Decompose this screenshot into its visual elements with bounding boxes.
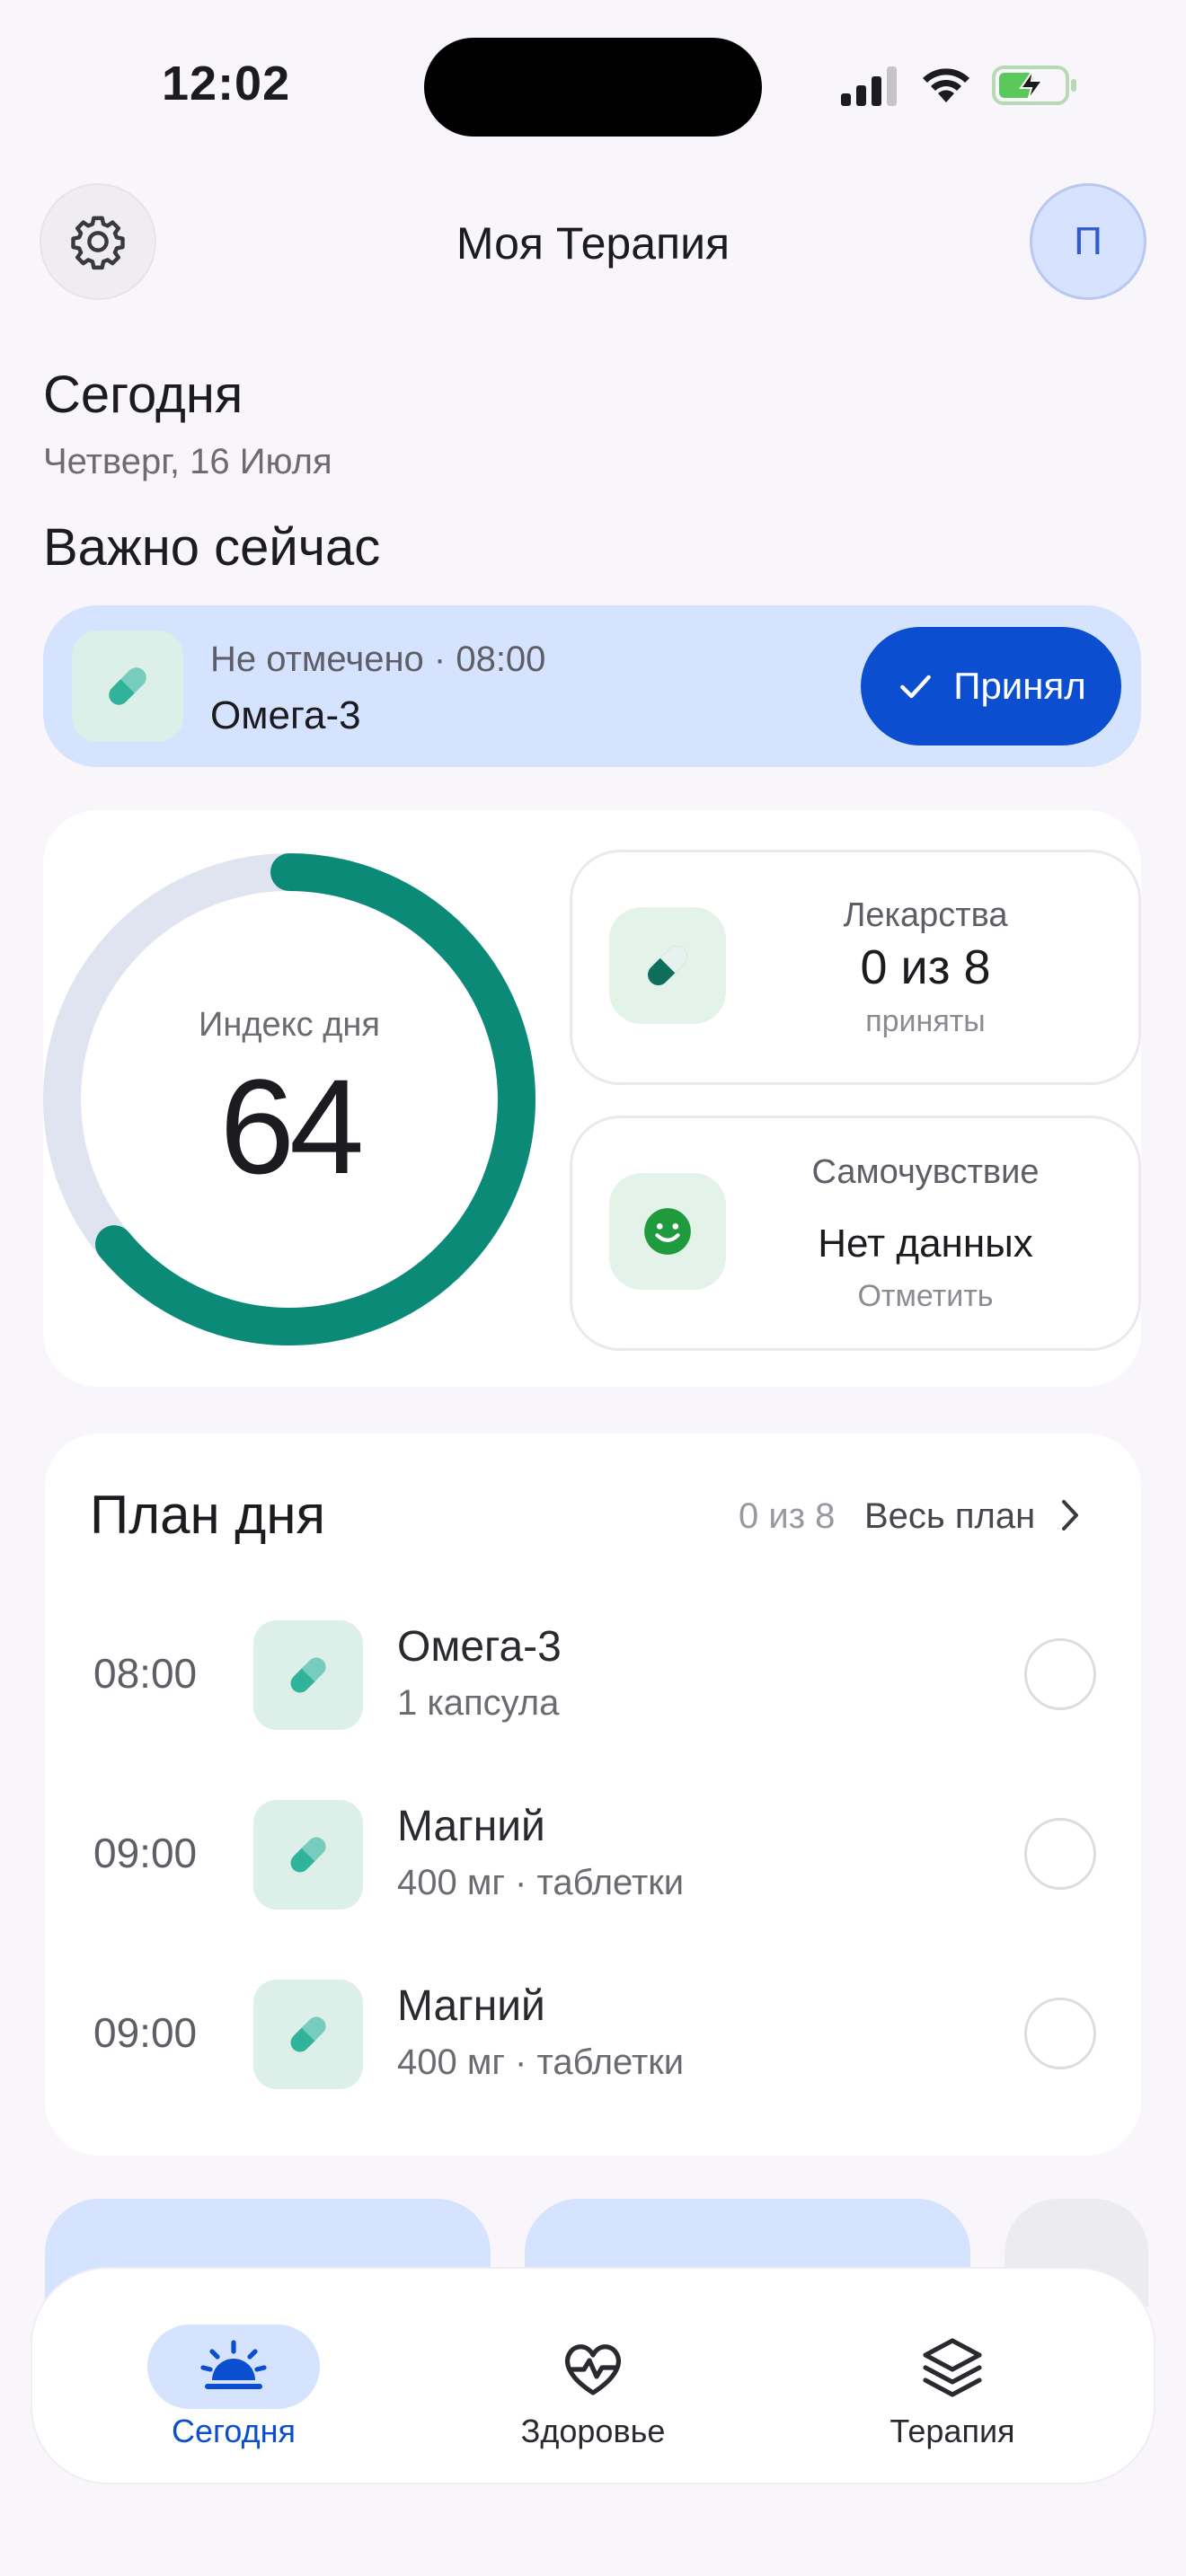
cellular-signal-icon [841, 66, 897, 106]
pill-icon [253, 1800, 363, 1910]
wellbeing-value: Нет данных [818, 1222, 1033, 1266]
layers-icon[interactable] [916, 2332, 988, 2404]
pill-icon [72, 631, 183, 742]
important-heading: Важно сейчас [43, 518, 381, 577]
plan-item-name: Магний [397, 1982, 545, 2030]
plan-item-dose: 400 мг · таблетки [397, 1863, 685, 1902]
plan-item-name: Магний [397, 1803, 545, 1850]
reminder-status: Не отмечено · 08:00 [210, 640, 546, 679]
avatar[interactable]: П [1030, 183, 1146, 300]
heart-pulse-icon[interactable] [557, 2332, 629, 2404]
plan-item-time: 08:00 [93, 1650, 198, 1697]
plan-title: План дня [90, 1485, 325, 1545]
pill-icon [609, 907, 726, 1024]
nav-item-therapy[interactable]: Терапия [818, 2413, 1087, 2450]
dynamic-island [424, 38, 762, 137]
medicines-value: 0 из 8 [860, 940, 991, 994]
day-index-label: Индекс дня [199, 1006, 380, 1044]
reminder-medicine-name: Омега-3 [210, 693, 361, 737]
plan-item-dose: 400 мг · таблетки [397, 2042, 685, 2082]
wifi-icon [923, 68, 969, 102]
plan-item-dose: 1 капсула [397, 1683, 560, 1723]
pill-icon [253, 1620, 363, 1730]
wellbeing-mark-link[interactable]: Отметить [746, 1279, 1105, 1314]
mark-taken-button[interactable]: Принял [861, 627, 1121, 745]
medicines-title: Лекарства [843, 896, 1008, 934]
page-title: Моя Терапия [456, 218, 730, 269]
nav-item-today[interactable]: Сегодня [99, 2413, 368, 2450]
plan-item-checkbox[interactable] [1024, 1998, 1096, 2069]
plan-item-name: Омега-3 [397, 1623, 562, 1671]
battery-charging-icon [992, 66, 1076, 105]
plan-item-checkbox[interactable] [1024, 1638, 1096, 1710]
plan-item-time: 09:00 [93, 2009, 198, 2056]
sunrise-icon[interactable] [198, 2332, 270, 2404]
nav-item-health[interactable]: Здоровье [458, 2413, 728, 2450]
plan-count: 0 из 8 [739, 1496, 836, 1536]
today-date: Четверг, 16 Июля [43, 442, 332, 481]
mark-taken-label: Принял [953, 665, 1086, 707]
check-icon [900, 675, 932, 699]
pill-icon [253, 1980, 363, 2089]
smile-icon [609, 1173, 726, 1290]
medicines-subtitle: приняты [865, 1004, 986, 1038]
today-heading: Сегодня [43, 366, 243, 424]
day-index-value: 64 [219, 1051, 365, 1202]
plan-item-checkbox[interactable] [1024, 1818, 1096, 1890]
wellbeing-title: Самочувствие [811, 1153, 1040, 1191]
status-time: 12:02 [162, 57, 291, 110]
plan-all-link[interactable]: Весь план [864, 1496, 1035, 1537]
chevron-right-icon[interactable] [1057, 1495, 1084, 1536]
plan-item-time: 09:00 [93, 1830, 198, 1876]
